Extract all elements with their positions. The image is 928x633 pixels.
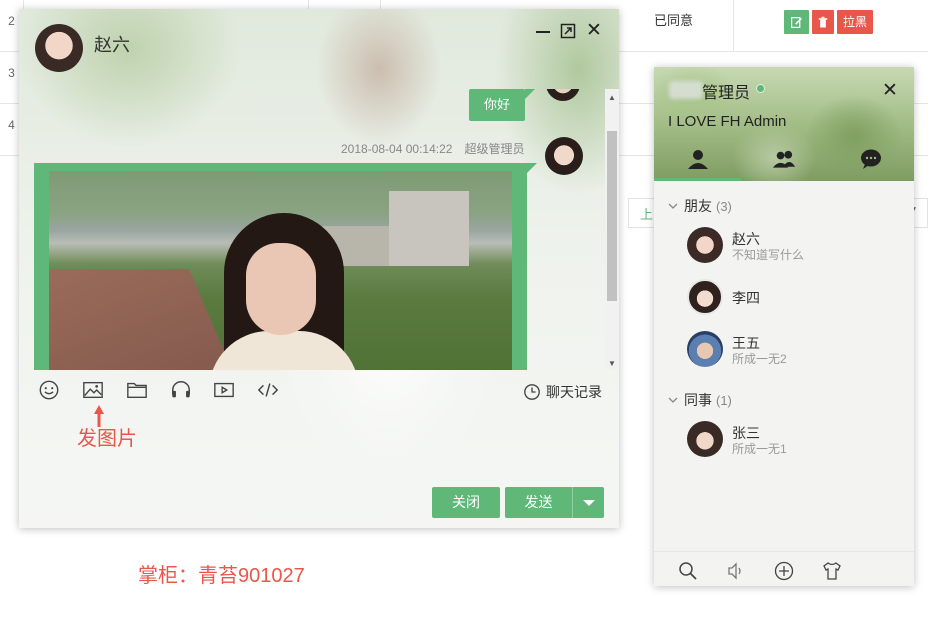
avatar [687,279,723,315]
user-signature[interactable]: I LOVE FH Admin [668,113,786,130]
blacklist-button[interactable]: 拉黑 [837,10,874,34]
chat-history-label: 聊天记录 [546,384,602,400]
trash-icon [818,16,828,27]
send-button[interactable]: 发送 [505,487,573,518]
maximize-icon[interactable] [560,23,576,39]
minimize-icon[interactable] [535,23,551,39]
edit-icon [791,16,802,28]
group-name: 同事 [684,392,712,408]
edit-button[interactable] [784,10,809,34]
message-sender: 超级管理员 [464,142,525,156]
avatar [545,137,583,175]
video-icon[interactable] [211,378,237,402]
chat-title: 赵六 [94,35,130,55]
avatar[interactable] [35,24,83,72]
headphones-icon[interactable] [168,378,194,402]
friend-signature: 所成一无2 [732,352,787,366]
list-item[interactable]: 王五 所成一无2 [654,324,914,374]
avatar [687,227,723,263]
send-options-chevron-down-icon[interactable] [573,487,604,518]
avatar [687,331,723,367]
add-circle-icon[interactable] [773,560,795,582]
send-button-group: 发送 [505,487,604,518]
users-icon [772,150,796,168]
friend-name: 李四 [732,290,760,306]
list-item[interactable]: 张三 所成一无1 [654,414,914,464]
friend-signature: 不知道写什么 [732,248,805,262]
message-bubble: 你好 [469,89,536,121]
user-icon [688,150,708,169]
pager-prev[interactable]: 上 [640,204,653,223]
search-icon[interactable] [677,560,699,582]
scroll-up-icon[interactable]: ▲ [605,93,619,102]
folder-icon[interactable] [124,378,150,402]
image-icon[interactable] [80,378,106,402]
scroll-down-icon[interactable]: ▼ [605,359,619,368]
tab-groups[interactable] [769,145,799,173]
panel-header[interactable]: 管理员 ✕ I LOVE FH Admin [654,67,914,181]
list-item[interactable]: 赵六 不知道写什么 [654,220,914,270]
group-header[interactable]: 同事 (1) [668,390,732,410]
blurred-avatar [669,81,703,99]
message-meta: 2018-08-04 00:14:22 超级管理员 [329,140,524,157]
scroll-thumb[interactable] [607,131,617,301]
message-list[interactable]: 你好 2018-08-04 00:14:22 超级管理员 [19,89,605,370]
user-name: 管理员 [702,85,751,102]
chat-header[interactable]: 赵六 ✕ [19,9,619,89]
group-header[interactable]: 朋友 (3) [668,196,732,216]
close-icon[interactable]: ✕ [586,21,602,40]
sound-icon[interactable] [725,560,747,582]
footer-annotation: 掌柜：青苔901027 [138,565,305,587]
status-text: 已同意 [654,13,694,28]
chevron-down-icon [668,397,678,403]
emoji-icon[interactable] [36,378,62,402]
close-chat-button[interactable]: 关闭 [432,487,500,518]
clock-icon [524,384,540,400]
message-scrollbar[interactable]: ▲ ▼ [605,89,619,370]
photo-image[interactable] [49,171,512,370]
online-status-icon[interactable] [756,84,765,93]
group-count: (1) [716,392,732,408]
group-name: 朋友 [684,198,712,214]
skin-tshirt-icon[interactable] [821,560,843,582]
active-tab-indicator [654,178,741,181]
image-message-bubble [34,163,537,370]
delete-button[interactable] [812,10,834,34]
code-icon[interactable] [255,378,281,402]
tab-recent[interactable] [856,145,886,173]
chat-toolbar: 聊天记录 [19,370,619,410]
chat-bubble-icon [861,149,881,169]
close-icon[interactable]: ✕ [882,79,898,102]
chevron-down-icon [668,203,678,209]
friend-signature: 所成一无1 [732,442,787,456]
im-main-panel: 管理员 ✕ I LOVE FH Admin 朋友 (3) 赵六 不知道写什么 李… [654,67,914,586]
avatar [687,421,723,457]
group-count: (3) [716,198,732,214]
list-item[interactable]: 李四 [654,272,914,322]
panel-footer-toolbar [654,551,914,586]
chat-history-link[interactable]: 聊天记录 [523,382,602,402]
annotation-label: 发图片 [77,428,137,450]
message-time: 2018-08-04 00:14:22 [341,142,453,156]
row-actions: 拉黑 [784,10,874,34]
chat-window: 赵六 ✕ 你好 2018-08-04 00:14:22 超级管理员 ▲ ▼ 聊天… [19,9,619,528]
tab-friends[interactable] [683,145,713,173]
avatar [546,89,580,101]
